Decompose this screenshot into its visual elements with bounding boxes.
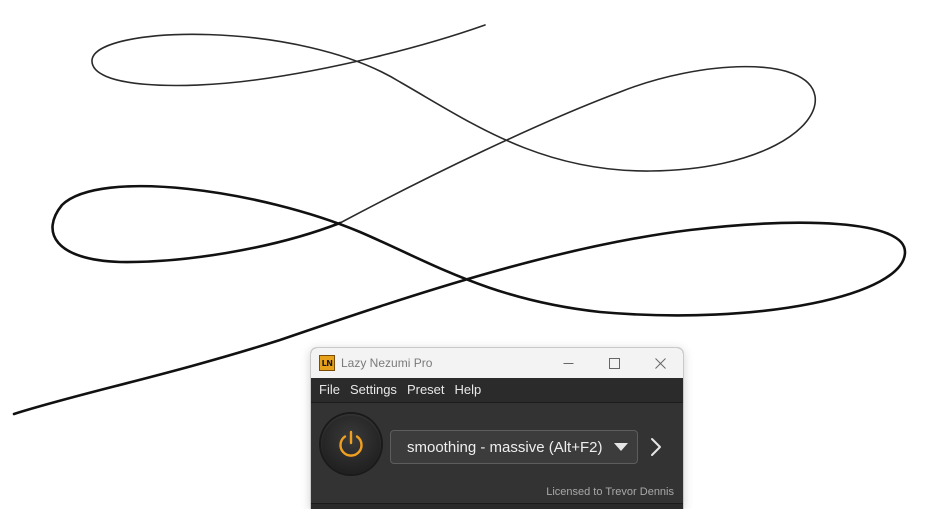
lazy-nezumi-window: LN Lazy Nezumi Pro File Settings Preset …	[310, 347, 684, 509]
preset-dropdown[interactable]: smoothing - massive (Alt+F2)	[390, 430, 638, 464]
maximize-icon	[608, 357, 620, 369]
menu-help[interactable]: Help	[450, 378, 487, 402]
chevron-down-icon	[614, 443, 628, 451]
preset-value: smoothing - massive (Alt+F2)	[407, 438, 603, 456]
window-title: Lazy Nezumi Pro	[341, 356, 433, 370]
next-preset-button[interactable]	[646, 433, 666, 461]
panel-divider	[311, 503, 683, 509]
title-bar[interactable]: LN Lazy Nezumi Pro	[311, 348, 683, 378]
power-button[interactable]	[321, 414, 381, 474]
menu-settings[interactable]: Settings	[345, 378, 402, 402]
license-text: Licensed to Trevor Dennis	[546, 486, 674, 498]
close-icon	[654, 357, 666, 369]
close-button[interactable]	[637, 348, 683, 378]
power-icon	[339, 430, 363, 457]
menu-bar: File Settings Preset Help	[311, 378, 683, 403]
app-logo: LN	[319, 355, 335, 371]
main-panel: smoothing - massive (Alt+F2) Licensed to…	[311, 403, 683, 509]
menu-file[interactable]: File	[314, 378, 345, 402]
menu-preset[interactable]: Preset	[402, 378, 450, 402]
chevron-right-icon	[651, 438, 661, 456]
maximize-button[interactable]	[591, 348, 637, 378]
brush-stroke-upper	[91, 24, 816, 224]
minimize-icon	[563, 362, 573, 364]
minimize-button[interactable]	[545, 348, 591, 378]
